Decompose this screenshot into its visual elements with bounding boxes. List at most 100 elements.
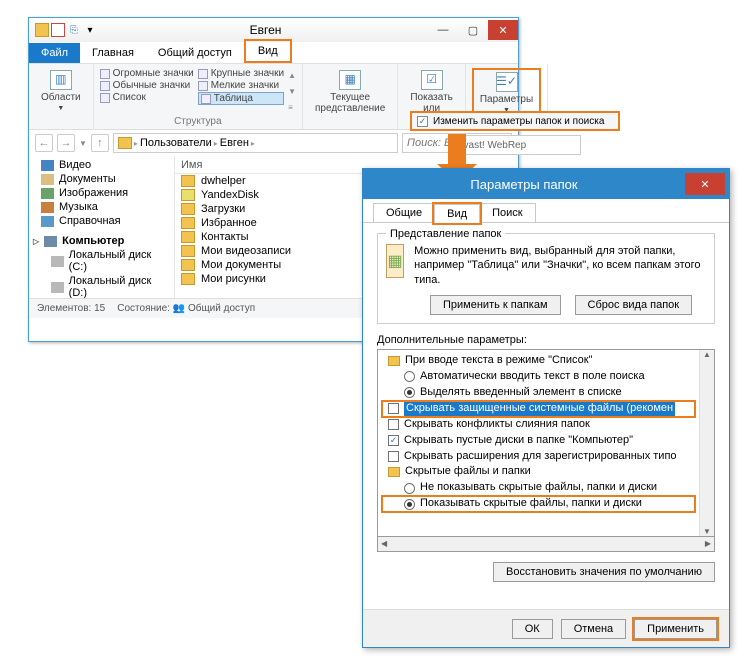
checkbox[interactable] <box>388 403 399 414</box>
layout-normal[interactable]: Обычные значки <box>113 80 191 91</box>
folder-options-dialog: Параметры папок ✕ Общие Вид Поиск Предст… <box>362 168 730 648</box>
back-button[interactable]: ← <box>35 134 53 152</box>
folder-icon <box>181 259 195 271</box>
up-button[interactable]: ↑ <box>91 134 109 152</box>
tree-disk-c[interactable]: Локальный диск (C:) <box>69 249 170 273</box>
folder-icon <box>388 467 400 477</box>
dialog-body: Представление папок ▦ Можно применить ви… <box>363 223 729 592</box>
adv-radio-auto[interactable]: Автоматически вводить текст в поле поиск… <box>420 369 645 385</box>
adv-hide-system[interactable]: Скрывать защищенные системные файлы (рек… <box>404 401 675 417</box>
minimize-button[interactable]: — <box>428 20 458 40</box>
checkbox[interactable]: ✓ <box>388 435 399 446</box>
adv-radio-highlight[interactable]: Выделять введенный элемент в списке <box>420 385 622 401</box>
apply-to-folders-button[interactable]: Применить к папкам <box>430 295 561 315</box>
folder-icon <box>118 137 132 149</box>
folder-icon <box>181 189 195 201</box>
tab-share[interactable]: Общий доступ <box>146 43 244 63</box>
checkbox[interactable] <box>388 451 399 462</box>
adv-radio-show[interactable]: Показывать скрытые файлы, папки и диски <box>420 496 642 512</box>
chevron-right-icon: ▸ <box>251 139 255 148</box>
tree-music[interactable]: Музыка <box>59 201 98 213</box>
share-icon: 👥 <box>173 303 185 314</box>
scroll-down-icon[interactable]: ▼ <box>703 527 711 536</box>
currentview-label: Текущее представление <box>315 92 385 114</box>
radio[interactable] <box>404 499 415 510</box>
reset-folders-button[interactable]: Сброс вида папок <box>575 295 693 315</box>
checklist-icon: ✓ <box>417 116 428 127</box>
radio[interactable] <box>404 371 415 382</box>
currentview-icon: ▦ <box>339 70 361 90</box>
vscrollbar[interactable]: ▲▼ <box>699 350 714 536</box>
help-icon <box>41 216 54 227</box>
expand-icon[interactable]: ≡ <box>288 103 296 112</box>
hscrollbar[interactable]: ◀▶ <box>377 537 715 552</box>
scroll-up-icon[interactable]: ▲ <box>288 71 296 80</box>
advanced-tree[interactable]: При вводе текста в режиме "Список" Автом… <box>378 350 699 536</box>
layout-list[interactable]: Список <box>113 92 146 103</box>
layout-icon <box>198 81 208 91</box>
dropdown-icon[interactable]: ▾ <box>83 23 97 37</box>
dialog-tabs: Общие Вид Поиск <box>363 199 729 223</box>
expand-icon[interactable]: ▷ <box>33 237 39 246</box>
cancel-button[interactable]: Отмена <box>561 619 626 639</box>
forward-button[interactable]: → <box>57 134 75 152</box>
panes-button[interactable]: ▥ Области ▼ <box>35 68 87 115</box>
scroll-down-icon[interactable]: ▼ <box>288 87 296 96</box>
history-dropdown[interactable]: ▼ <box>79 139 87 148</box>
tab-file[interactable]: Файл <box>29 43 80 63</box>
radio[interactable] <box>404 483 415 494</box>
chevron-right-icon: ▸ <box>134 139 138 148</box>
layout-icon <box>198 69 208 79</box>
restore-defaults-button[interactable]: Восстановить значения по умолчанию <box>493 562 715 582</box>
scroll-up-icon[interactable]: ▲ <box>703 350 711 359</box>
tab-view[interactable]: Вид <box>244 39 292 63</box>
ok-button[interactable]: ОК <box>512 619 553 639</box>
radio[interactable] <box>404 387 415 398</box>
ribbon-tabs: Файл Главная Общий доступ Вид <box>29 42 518 64</box>
layout-small[interactable]: Мелкие значки <box>211 80 279 91</box>
adv-hide-merge[interactable]: Скрывать конфликты слияния папок <box>404 417 590 433</box>
layout-large[interactable]: Крупные значки <box>211 68 284 79</box>
folder-icon <box>181 203 195 215</box>
folder-icon <box>181 245 195 257</box>
adv-hide-empty[interactable]: Скрывать пустые диски в папке "Компьютер… <box>404 433 633 449</box>
dlg-tab-search[interactable]: Поиск <box>479 203 535 222</box>
apply-button[interactable]: Применить <box>634 619 717 639</box>
tree-video[interactable]: Видео <box>59 159 91 171</box>
layout-icon <box>100 81 110 91</box>
maximize-button[interactable]: ▢ <box>458 20 488 40</box>
dlg-tab-view[interactable]: Вид <box>434 204 480 223</box>
video-icon <box>41 160 54 171</box>
scroll-left-icon[interactable]: ◀ <box>381 539 387 548</box>
dialog-close-button[interactable]: ✕ <box>685 173 725 195</box>
tree-disk-d[interactable]: Локальный диск (D:) <box>69 275 170 298</box>
tree-help[interactable]: Справочная <box>59 215 121 227</box>
dlg-tab-general[interactable]: Общие <box>373 203 435 222</box>
disk-icon <box>51 256 64 267</box>
status-count: 15 <box>94 303 105 314</box>
checkbox[interactable] <box>388 419 399 430</box>
currentview-button[interactable]: ▦ Текущее представление <box>309 68 391 116</box>
chevron-right-icon: ▸ <box>214 139 218 148</box>
close-button[interactable]: ✕ <box>488 20 518 40</box>
dialog-titlebar[interactable]: Параметры папок ✕ <box>363 169 729 199</box>
breadcrumb[interactable]: ▸ Пользователи ▸ Евген ▸ <box>113 133 398 153</box>
crumb-item[interactable]: Пользователи <box>140 137 212 149</box>
adv-hide-ext[interactable]: Скрывать расширения для зарегистрированн… <box>404 449 677 465</box>
layout-icon <box>100 69 110 79</box>
scroll-right-icon[interactable]: ▶ <box>705 539 711 548</box>
crumb-item[interactable]: Евген <box>220 137 249 149</box>
tree-pictures[interactable]: Изображения <box>59 187 128 199</box>
tree-computer[interactable]: Компьютер <box>62 235 124 247</box>
tree-documents[interactable]: Документы <box>59 173 116 185</box>
layout-huge[interactable]: Огромные значки <box>113 68 194 79</box>
adv-radio-noshow[interactable]: Не показывать скрытые файлы, папки и дис… <box>420 480 657 496</box>
disk-icon <box>51 282 64 293</box>
options-submenu-item[interactable]: ✓ Изменить параметры папок и поиска <box>410 111 620 131</box>
nav-tree[interactable]: Видео Документы Изображения Музыка Справ… <box>29 156 175 298</box>
folder-icon <box>181 217 195 229</box>
tab-home[interactable]: Главная <box>80 43 146 63</box>
panes-icon: ▥ <box>50 70 72 90</box>
group-caption: Структура <box>100 116 296 127</box>
layout-table[interactable]: Таблица <box>214 93 253 104</box>
